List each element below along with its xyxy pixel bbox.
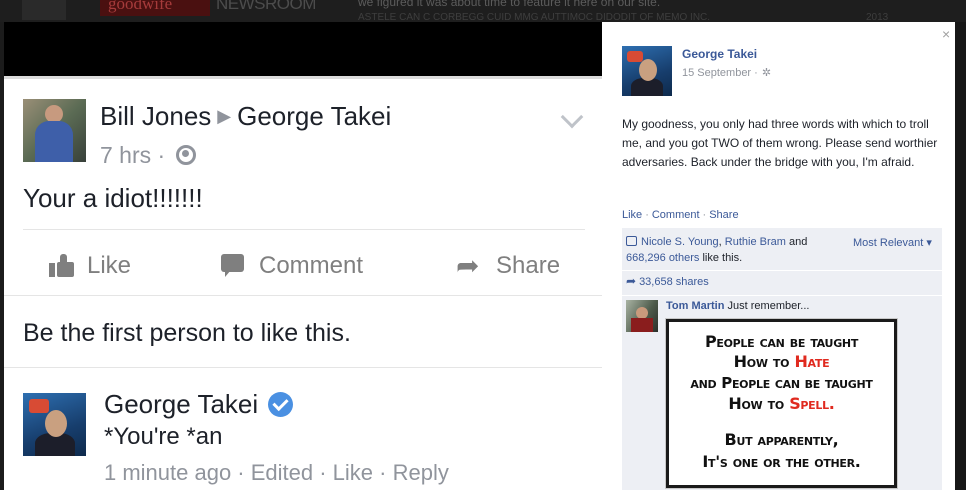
comment-button[interactable]: Comment [221,252,363,280]
chevron-down-icon[interactable] [560,105,584,129]
comment-icon [221,254,245,278]
comment-author: George Takei [104,389,294,420]
avatar[interactable] [23,393,86,456]
like-link[interactable]: Like [622,209,642,221]
avatar[interactable] [622,46,672,96]
arrow-right-icon: ▶ [217,106,232,126]
background-thumbnail [22,0,66,20]
verified-badge-icon [268,392,294,417]
divider [4,295,602,296]
post-body: Your a idiot!!!!!!! [23,183,203,213]
background-page-strip: goodwife NEWSROOM we figured it was abou… [0,0,966,22]
mobile-post-panel: Bill Jones ▶ George Takei 7 hrs · Your a i… [4,22,602,490]
meta-separator: · [157,142,166,168]
post-date-link[interactable]: 15 September · [682,67,758,79]
avatar[interactable] [626,300,658,332]
post-actions: Like · Comment · Share [622,209,739,221]
post-author-link[interactable]: Bill Jones [100,101,211,131]
share-button[interactable]: ➦ Share [456,252,560,280]
comment-link[interactable]: Comment [652,209,700,221]
share-icon: ➦ [456,250,480,281]
meme-line: But apparently, [724,430,839,449]
meme-text: How to [728,394,790,413]
separator: · [702,209,707,221]
comment-label: Comment [259,252,364,279]
share-icon: ➦ [626,274,637,288]
likes-and: and [785,236,808,248]
feedback-box: Nicole S. Young, Ruthie Bram and 668,296… [622,228,942,490]
likes-summary: Be the first person to like this. [23,319,351,347]
comment-text: *You're *an [104,423,223,450]
likes-suffix: like this. [699,252,743,264]
comment-author-link[interactable]: George Takei [104,389,258,420]
meme-text: How to [733,352,795,371]
separator: · [645,209,649,221]
liker-link[interactable]: Ruthie Bram [725,236,786,248]
meme-image[interactable]: People can be taught How to Hate and Peo… [665,318,898,489]
background-newsroom: NEWSROOM [216,0,316,13]
comment-meta[interactable]: 1 minute ago · Edited · Like · Reply [104,460,449,486]
close-icon[interactable]: × [942,26,950,42]
meme-line: and People can be taught [690,374,873,392]
likers-others-link[interactable]: 668,296 others [626,252,699,264]
divider [622,295,942,296]
comment: Tom Martin Just remember... [666,300,809,312]
post-body: My goodness, you only had three words wi… [622,117,938,169]
post-target-link[interactable]: George Takei [237,101,391,131]
meme-line: How to Hate [669,352,894,371]
divider [4,367,602,368]
gear-icon[interactable]: ✲ [762,66,771,79]
post-header: Bill Jones ▶ George Takei [100,101,391,132]
background-right-edge [955,22,966,490]
avatar[interactable] [23,99,86,162]
like-label: Like [87,252,132,279]
post-date: 15 September · ✲ [682,66,771,79]
background-text: we figured it was about time to feature … [358,0,661,9]
like-button[interactable]: Like [49,252,131,280]
background-year: 2013 [866,12,889,22]
thumb-icon [626,236,637,246]
meme-line: People can be taught [704,332,859,351]
meme-line: It's one or the other. [702,452,861,471]
background-text-sub: ASTELE CAN C CORBEGG CUID MMG AUTTIMOC D… [358,12,711,22]
most-relevant-dropdown[interactable]: Most Relevant ▾ [853,236,932,249]
like-icon [49,254,75,278]
divider [23,229,585,230]
post-meta: 7 hrs · [100,142,196,169]
meme-text-red: Hate [794,352,830,371]
share-link[interactable]: Share [709,209,738,221]
likes-summary: Nicole S. Young, Ruthie Bram and 668,296… [626,234,846,266]
meme-line: How to Spell. [669,394,894,413]
share-label: Share [496,252,561,279]
background-logo-box: goodwife [100,0,210,16]
divider [622,270,942,271]
comment-text: Just remember... [724,300,810,312]
shares-link[interactable]: ➦ 33,658 shares [626,274,709,288]
post-time[interactable]: 7 hrs [100,142,151,168]
background-logo: goodwife [108,0,173,13]
post-author-link[interactable]: George Takei [682,47,757,61]
desktop-post-panel: × George Takei 15 September · ✲ My goodne… [602,22,955,490]
liker-link[interactable]: Nicole S. Young [641,236,719,248]
globe-icon [175,145,196,165]
mobile-post-card: Bill Jones ▶ George Takei 7 hrs · Your a i… [4,76,602,490]
shares-count: 33,658 shares [639,276,709,288]
comment-author-link[interactable]: Tom Martin [666,300,724,312]
meme-text-red: Spell. [789,394,835,413]
